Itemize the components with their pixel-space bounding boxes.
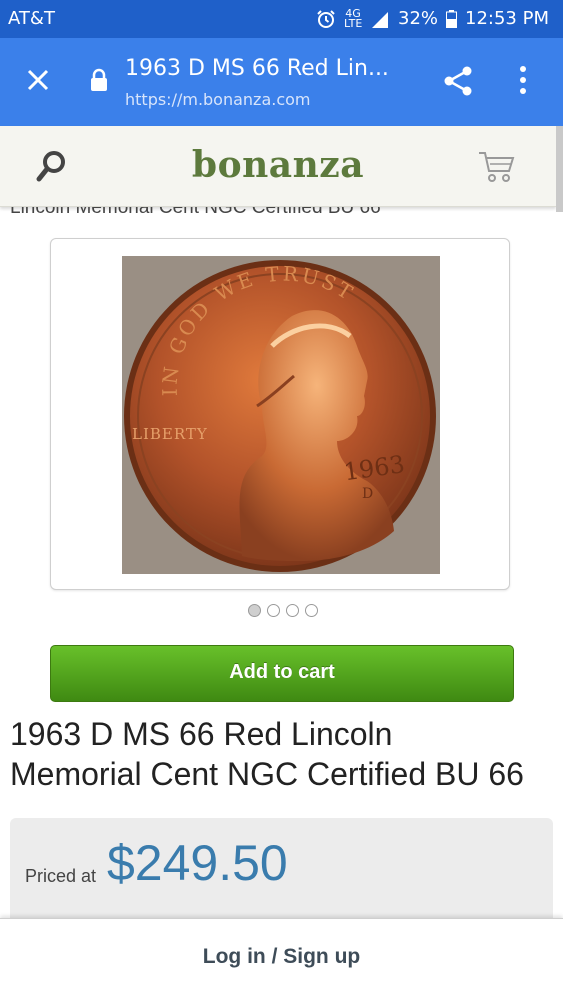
price-box: Priced at $249.50 xyxy=(10,818,553,928)
product-image-frame[interactable]: IN GOD WE TRUST LIBERTY 1963 D xyxy=(50,238,510,590)
more-vert-icon[interactable] xyxy=(518,65,528,95)
scrollbar[interactable] xyxy=(556,126,563,212)
carousel-dot-4[interactable] xyxy=(305,604,318,617)
status-icons: 4G LTE 32% 12:53 PM xyxy=(316,8,549,29)
login-signup-link[interactable]: Log in / Sign up xyxy=(0,945,563,969)
lock-icon xyxy=(91,68,107,91)
signal-icon xyxy=(372,11,388,28)
close-icon[interactable] xyxy=(24,66,52,94)
page-url[interactable]: https://m.bonanza.com xyxy=(125,90,311,109)
status-bar: AT&T 4G LTE 32% 12:53 PM xyxy=(0,0,563,38)
site-header: bonanza xyxy=(0,126,556,207)
login-bar: Log in / Sign up xyxy=(0,918,563,1002)
add-to-cart-button[interactable]: Add to cart xyxy=(50,645,514,702)
carousel-dot-1[interactable] xyxy=(248,604,261,617)
coin-mint-mark: D xyxy=(362,486,373,502)
share-icon[interactable] xyxy=(443,65,475,97)
product-title-line2: Memorial Cent NGC Certified BU 66 xyxy=(10,756,524,792)
clock: 12:53 PM xyxy=(465,8,549,29)
carousel-dot-2[interactable] xyxy=(267,604,280,617)
network-label: 4G LTE xyxy=(344,6,363,30)
product-title-line1: 1963 D MS 66 Red Lincoln xyxy=(10,716,393,752)
carousel-dot-3[interactable] xyxy=(286,604,299,617)
priced-at-label: Priced at xyxy=(25,866,97,886)
product-title: 1963 D MS 66 Red Lincoln Memorial Cent N… xyxy=(10,714,558,794)
browser-toolbar: 1963 D MS 66 Red Lin... https://m.bonanz… xyxy=(0,38,563,126)
carrier-label: AT&T xyxy=(8,8,55,29)
coin-photo[interactable]: IN GOD WE TRUST LIBERTY 1963 D xyxy=(122,256,440,574)
alarm-icon xyxy=(317,9,335,28)
site-logo[interactable]: bonanza xyxy=(0,144,556,186)
battery-icon xyxy=(446,9,458,28)
page-title[interactable]: 1963 D MS 66 Red Lin... xyxy=(125,56,389,81)
price-value: $249.50 xyxy=(107,835,288,891)
carousel-dots xyxy=(248,604,318,617)
coin-liberty: LIBERTY xyxy=(132,425,208,443)
battery-percent: 32% xyxy=(398,8,439,29)
cart-icon[interactable] xyxy=(478,150,516,184)
